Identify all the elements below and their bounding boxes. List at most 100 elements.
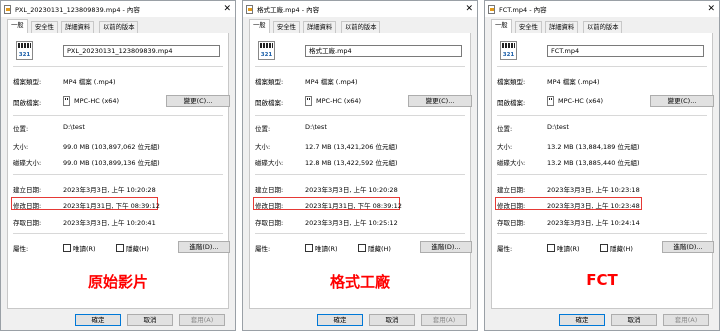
hidden-checkbox[interactable]: 隱藏(H) bbox=[600, 243, 633, 253]
location-label: 位置: bbox=[255, 125, 271, 133]
file-type-value: MP4 檔案 (.mp4) bbox=[63, 78, 116, 86]
video-file-icon: 321 bbox=[258, 41, 275, 60]
divider bbox=[13, 233, 223, 234]
title-bar[interactable]: 格式工廠.mp4 - 內容 ✕ bbox=[243, 1, 477, 17]
size-on-disk-row: 磁碟大小: 12.8 MB (13,422,592 位元組) bbox=[250, 157, 470, 167]
created-value: 2023年3月3日, 上午 10:20:28 bbox=[63, 186, 156, 194]
divider bbox=[255, 174, 465, 175]
checkbox-box[interactable] bbox=[358, 244, 366, 252]
title-bar[interactable]: PXL_20230131_123809839.mp4 - 內容 ✕ bbox=[1, 1, 235, 17]
checkbox-box[interactable] bbox=[63, 244, 71, 252]
apply-button[interactable]: 套用(A) bbox=[421, 314, 467, 326]
file-type-row: 檔案類型: MP4 檔案 (.mp4) bbox=[8, 76, 228, 86]
ok-button[interactable]: 確定 bbox=[559, 314, 605, 326]
filename-input[interactable]: FCT.mp4 bbox=[547, 45, 704, 57]
created-value: 2023年3月3日, 上午 10:23:18 bbox=[547, 186, 640, 194]
readonly-checkbox[interactable]: 唯讀(R) bbox=[63, 243, 96, 253]
created-label: 建立日期: bbox=[13, 186, 42, 194]
ok-button[interactable]: 確定 bbox=[317, 314, 363, 326]
change-button[interactable]: 變更(C)... bbox=[166, 95, 230, 107]
cancel-button[interactable]: 取消 bbox=[127, 314, 173, 326]
checkbox-box[interactable] bbox=[305, 244, 313, 252]
location-value: D:\test bbox=[547, 123, 569, 131]
advanced-button[interactable]: 進階(D)... bbox=[662, 241, 714, 253]
close-icon[interactable]: ✕ bbox=[223, 3, 231, 15]
tab-security[interactable]: 安全性 bbox=[31, 21, 58, 33]
opens-with-value: MPC-HC (x64) bbox=[316, 97, 362, 105]
filename-input[interactable]: PXL_20230131_123809839.mp4 bbox=[63, 45, 220, 57]
change-button[interactable]: 變更(C)... bbox=[650, 95, 714, 107]
advanced-button[interactable]: 進階(D)... bbox=[420, 241, 472, 253]
modified-row: 修改日期: 2023年1月31日, 下午 08:39:12 bbox=[8, 200, 228, 210]
tab-previous-versions[interactable]: 以前的版本 bbox=[341, 21, 381, 33]
change-button[interactable]: 變更(C)... bbox=[408, 95, 472, 107]
created-label: 建立日期: bbox=[255, 186, 284, 194]
tab-strip: 一般 安全性 詳細資料 以前的版本 bbox=[249, 19, 471, 34]
tab-security[interactable]: 安全性 bbox=[273, 21, 300, 33]
modified-label: 修改日期: bbox=[255, 202, 284, 210]
mpc-hc-icon bbox=[305, 96, 312, 106]
attributes-label: 屬性: bbox=[13, 245, 29, 253]
apply-button[interactable]: 套用(A) bbox=[179, 314, 225, 326]
window-title: FCT.mp4 - 內容 bbox=[499, 6, 547, 14]
tab-general[interactable]: 一般 bbox=[491, 19, 512, 34]
size-label: 大小: bbox=[255, 143, 271, 151]
properties-dialog: FCT.mp4 - 內容 ✕ 一般 安全性 詳細資料 以前的版本 321 FCT… bbox=[484, 0, 720, 331]
tab-general[interactable]: 一般 bbox=[7, 19, 28, 34]
modified-value: 2023年1月31日, 下午 08:39:12 bbox=[305, 202, 402, 210]
tab-details[interactable]: 詳細資料 bbox=[61, 21, 95, 33]
video-file-icon: 321 bbox=[500, 41, 517, 60]
file-icon bbox=[4, 4, 11, 14]
modified-row: 修改日期: 2023年3月3日, 上午 10:23:48 bbox=[492, 200, 712, 210]
attributes-label: 屬性: bbox=[497, 245, 513, 253]
properties-dialog: PXL_20230131_123809839.mp4 - 內容 ✕ 一般 安全性… bbox=[0, 0, 236, 331]
dialog-button-bar: 確定 取消 套用(A) bbox=[485, 309, 719, 331]
location-row: 位置: D:\test bbox=[8, 123, 228, 133]
tab-previous-versions[interactable]: 以前的版本 bbox=[99, 21, 139, 33]
filename-input[interactable]: 格式工廠.mp4 bbox=[305, 45, 462, 57]
divider bbox=[13, 115, 223, 116]
close-icon[interactable]: ✕ bbox=[707, 3, 715, 15]
size-value: 12.7 MB (13,421,206 位元組) bbox=[305, 143, 398, 151]
tab-strip: 一般 安全性 詳細資料 以前的版本 bbox=[7, 19, 229, 34]
created-label: 建立日期: bbox=[497, 186, 526, 194]
general-tab-content: 321 格式工廠.mp4 檔案類型: MP4 檔案 (.mp4) 開啟檔案: M… bbox=[249, 33, 472, 309]
title-bar[interactable]: FCT.mp4 - 內容 ✕ bbox=[485, 1, 719, 17]
tab-strip: 一般 安全性 詳細資料 以前的版本 bbox=[491, 19, 713, 34]
readonly-label: 唯讀(R) bbox=[73, 245, 96, 253]
readonly-checkbox[interactable]: 唯讀(R) bbox=[547, 243, 580, 253]
ok-button[interactable]: 確定 bbox=[75, 314, 121, 326]
attributes-row: 屬性: 唯讀(R) 隱藏(H) 進階(D)... bbox=[8, 241, 230, 253]
checkbox-box[interactable] bbox=[547, 244, 555, 252]
hidden-checkbox[interactable]: 隱藏(H) bbox=[358, 243, 391, 253]
tab-general[interactable]: 一般 bbox=[249, 19, 270, 34]
size-on-disk-value: 12.8 MB (13,422,592 位元組) bbox=[305, 159, 398, 167]
size-on-disk-label: 磁碟大小: bbox=[13, 159, 42, 167]
tab-details[interactable]: 詳細資料 bbox=[303, 21, 337, 33]
created-row: 建立日期: 2023年3月3日, 上午 10:20:28 bbox=[8, 184, 228, 194]
cancel-button[interactable]: 取消 bbox=[369, 314, 415, 326]
accessed-label: 存取日期: bbox=[13, 219, 42, 227]
location-label: 位置: bbox=[497, 125, 513, 133]
advanced-button[interactable]: 進階(D)... bbox=[178, 241, 230, 253]
size-row: 大小: 13.2 MB (13,884,189 位元組) bbox=[492, 141, 712, 151]
opens-with-row: 開啟檔案: MPC-HC (x64) 變更(C)... bbox=[492, 95, 714, 107]
cancel-button[interactable]: 取消 bbox=[611, 314, 657, 326]
checkbox-box[interactable] bbox=[116, 244, 124, 252]
readonly-checkbox[interactable]: 唯讀(R) bbox=[305, 243, 338, 253]
apply-button[interactable]: 套用(A) bbox=[663, 314, 709, 326]
opens-with-label: 開啟檔案: bbox=[497, 99, 526, 107]
panel-caption: 原始影片 bbox=[87, 273, 148, 291]
close-icon[interactable]: ✕ bbox=[465, 3, 473, 15]
tab-details[interactable]: 詳細資料 bbox=[545, 21, 579, 33]
opens-with-value: MPC-HC (x64) bbox=[74, 97, 120, 105]
hidden-checkbox[interactable]: 隱藏(H) bbox=[116, 243, 149, 253]
checkbox-box[interactable] bbox=[600, 244, 608, 252]
tab-security[interactable]: 安全性 bbox=[515, 21, 542, 33]
file-type-label: 檔案類型: bbox=[497, 78, 526, 86]
tab-previous-versions[interactable]: 以前的版本 bbox=[583, 21, 623, 33]
size-on-disk-row: 磁碟大小: 13.2 MB (13,885,440 位元組) bbox=[492, 157, 712, 167]
hidden-label: 隱藏(H) bbox=[610, 245, 633, 253]
size-on-disk-value: 13.2 MB (13,885,440 位元組) bbox=[547, 159, 640, 167]
mpc-hc-icon bbox=[63, 96, 70, 106]
